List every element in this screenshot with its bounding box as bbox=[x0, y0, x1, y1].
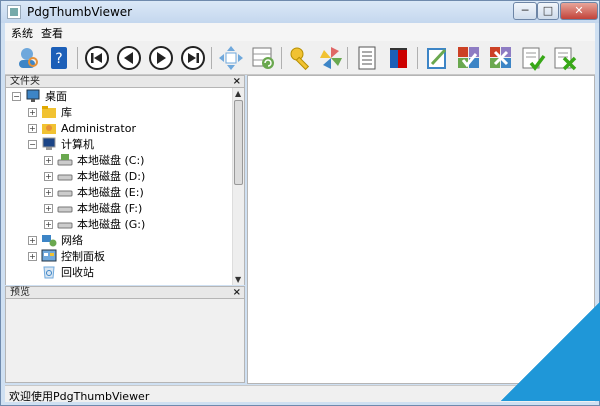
close-button[interactable]: ✕ bbox=[560, 2, 598, 20]
tree-item-label: 控制面板 bbox=[61, 250, 105, 263]
tree-item-drive-d[interactable]: + 本地磁盘 (D:) bbox=[44, 168, 145, 184]
expand-icon[interactable]: + bbox=[28, 251, 37, 261]
tree-item-drive-c[interactable]: + 本地磁盘 (C:) bbox=[44, 152, 144, 168]
tree-item-computer[interactable]: − 计算机 bbox=[28, 136, 94, 152]
collapse-icon[interactable]: − bbox=[28, 139, 37, 149]
preview-pane-header: 预览 × bbox=[5, 286, 245, 299]
last-page-icon[interactable] bbox=[179, 44, 207, 72]
collapse-icon[interactable]: − bbox=[12, 91, 21, 101]
computer-icon bbox=[41, 137, 57, 151]
folders-pane-title: 文件夹 bbox=[10, 76, 40, 87]
document-icon[interactable] bbox=[353, 44, 381, 72]
expand-icon[interactable]: + bbox=[28, 123, 37, 133]
tree-item-label: 网络 bbox=[61, 234, 83, 247]
refresh-grid-icon[interactable] bbox=[249, 44, 277, 72]
tree-item-control-panel[interactable]: + 控制面板 bbox=[28, 248, 105, 264]
move-arrows-icon[interactable] bbox=[217, 44, 245, 72]
watermark-badge: 消烟软件 bbox=[501, 301, 600, 401]
toolbar-separator bbox=[77, 47, 78, 69]
network-icon bbox=[41, 233, 57, 247]
toolbar-separator bbox=[417, 47, 418, 69]
maximize-button[interactable]: □ bbox=[537, 2, 559, 20]
drive-icon bbox=[57, 169, 73, 183]
tree-item-drive-g[interactable]: + 本地磁盘 (G:) bbox=[44, 216, 145, 232]
recycle-bin-icon bbox=[41, 265, 57, 279]
tree-item-label: 本地磁盘 (D:) bbox=[77, 170, 146, 183]
menu-system[interactable]: 系统 bbox=[11, 25, 33, 41]
expand-icon[interactable]: + bbox=[28, 107, 37, 117]
desktop-icon bbox=[25, 89, 41, 103]
tree-item-drive-f[interactable]: + 本地磁盘 (F:) bbox=[44, 200, 142, 216]
first-page-icon[interactable] bbox=[83, 44, 111, 72]
drive-icon bbox=[57, 185, 73, 199]
app-icon bbox=[7, 5, 21, 19]
tree-item-label: 库 bbox=[61, 106, 72, 119]
key-icon[interactable] bbox=[287, 44, 315, 72]
tree-item-network[interactable]: + 网络 bbox=[28, 232, 83, 248]
status-text: 欢迎使用PdgThumbViewer bbox=[9, 390, 150, 403]
drive-icon bbox=[57, 217, 73, 231]
tree-item-drive-e[interactable]: + 本地磁盘 (E:) bbox=[44, 184, 144, 200]
window-title: PdgThumbViewer bbox=[27, 5, 133, 19]
preview-pane-title: 预览 bbox=[10, 287, 30, 298]
expand-icon[interactable]: + bbox=[44, 187, 53, 197]
tree-item-label: 回收站 bbox=[61, 266, 94, 279]
user-search-icon[interactable] bbox=[13, 44, 41, 72]
svg-text:?: ? bbox=[55, 51, 62, 67]
edit-page-icon[interactable] bbox=[423, 44, 451, 72]
tree-item-recycle-bin[interactable]: 回收站 bbox=[41, 264, 94, 280]
tree-item-label: Administrator bbox=[61, 121, 136, 135]
scroll-down-icon[interactable]: ▼ bbox=[235, 275, 241, 284]
help-book-icon[interactable]: ? bbox=[45, 44, 73, 72]
menu-view[interactable]: 查看 bbox=[41, 25, 63, 41]
puzzle-check-icon[interactable] bbox=[455, 44, 483, 72]
library-icon bbox=[41, 105, 57, 119]
expand-icon[interactable]: + bbox=[44, 219, 53, 229]
toolbar: ? bbox=[5, 41, 595, 75]
toolbar-separator bbox=[211, 47, 212, 69]
minimize-button[interactable]: ─ bbox=[513, 2, 537, 20]
user-folder-icon bbox=[41, 121, 57, 135]
books-icon[interactable] bbox=[385, 44, 413, 72]
toolbar-separator bbox=[347, 47, 348, 69]
prev-page-icon[interactable] bbox=[115, 44, 143, 72]
drive-icon bbox=[57, 201, 73, 215]
folders-pane-header: 文件夹 × bbox=[5, 75, 245, 88]
tree-item-label: 计算机 bbox=[61, 138, 94, 151]
expand-icon[interactable]: + bbox=[44, 155, 53, 165]
tree-item-label: 本地磁盘 (E:) bbox=[77, 186, 144, 199]
pinwheel-icon[interactable] bbox=[317, 44, 345, 72]
scroll-up-icon[interactable]: ▲ bbox=[235, 89, 241, 98]
tree-item-label: 本地磁盘 (G:) bbox=[77, 218, 146, 231]
system-drive-icon bbox=[57, 153, 73, 167]
next-page-icon[interactable] bbox=[147, 44, 175, 72]
tree-scrollbar[interactable]: ▲ ▼ bbox=[232, 88, 244, 285]
check-page-icon[interactable] bbox=[519, 44, 547, 72]
app-window: PdgThumbViewer ─ □ ✕ 系统 查看 ? 文件夹 × − 桌面 … bbox=[0, 0, 600, 406]
tree-item-desktop[interactable]: − 桌面 bbox=[12, 88, 67, 104]
cross-page-icon[interactable] bbox=[551, 44, 579, 72]
tree-item-label: 桌面 bbox=[45, 90, 67, 103]
scroll-thumb[interactable] bbox=[234, 100, 243, 185]
toolbar-separator bbox=[281, 47, 282, 69]
title-bar[interactable]: PdgThumbViewer ─ □ ✕ bbox=[1, 1, 599, 23]
expand-icon[interactable]: + bbox=[44, 203, 53, 213]
puzzle-cross-icon[interactable] bbox=[487, 44, 515, 72]
preview-pane-close-icon[interactable]: × bbox=[233, 287, 241, 298]
menu-bar: 系统 查看 bbox=[5, 23, 595, 41]
folder-tree[interactable]: − 桌面 + 库 + Administrator − 计算机 + 本地磁盘 (C… bbox=[5, 88, 245, 285]
folders-pane-close-icon[interactable]: × bbox=[233, 76, 241, 87]
expand-icon[interactable]: + bbox=[28, 235, 37, 245]
expand-icon[interactable]: + bbox=[44, 171, 53, 181]
control-panel-icon bbox=[41, 249, 57, 263]
tree-item-label: 本地磁盘 (F:) bbox=[77, 202, 143, 215]
tree-item-label: 本地磁盘 (C:) bbox=[77, 154, 145, 167]
tree-item-library[interactable]: + 库 bbox=[28, 104, 72, 120]
tree-item-administrator[interactable]: + Administrator bbox=[28, 120, 136, 136]
preview-area bbox=[5, 299, 245, 383]
